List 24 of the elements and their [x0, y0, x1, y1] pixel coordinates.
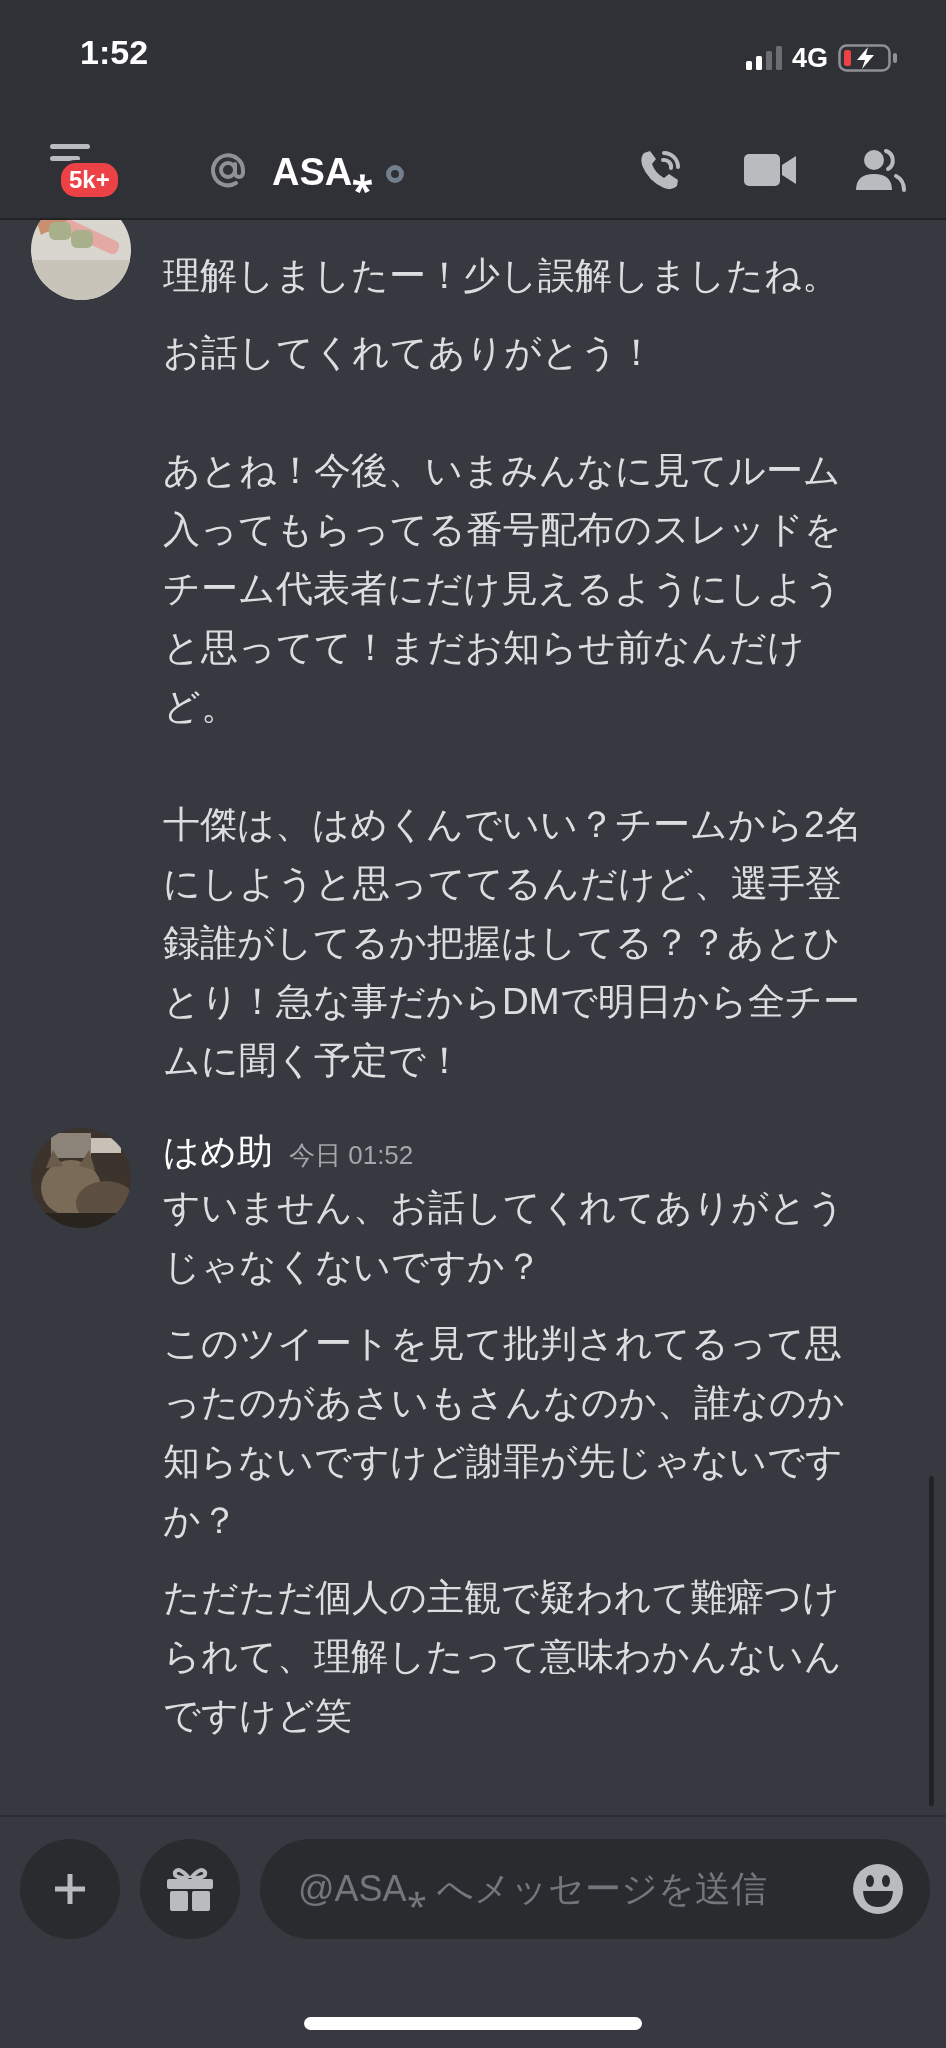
network-label: 4G — [791, 42, 828, 74]
unread-badge: 5k+ — [58, 160, 121, 200]
at-icon — [208, 150, 248, 190]
emoji-icon[interactable] — [852, 1863, 904, 1915]
battery-icon — [838, 44, 898, 72]
message-text: このツイートを見て批判されてるって思ったのがあさいもさんなのか、誰なのか知らないですけど謝罪が先じゃないですか？ — [163, 1322, 846, 1543]
channel-title: ASA⁎ — [272, 150, 374, 195]
message-text: ただただ個人の主観で疑われて難癖つけられて、理解したって意味わかんないんですけど笑 — [163, 1576, 843, 1738]
message-input[interactable]: @ASA⁎ へメッセージを送信 — [296, 1867, 852, 1911]
plus-icon — [52, 1871, 88, 1907]
timestamp: 今日 01:52 — [289, 1139, 414, 1172]
message-text: お話してくれてありがとう！ — [163, 331, 656, 375]
message-text: 十傑は、はめくんでいい？チームから2名にしようと思っててるんだけど、選手登録誰がしてるか把握はしてる？？あとひとり！急な事だからDMで明日から全チームに聞く予定で！ — [163, 803, 863, 1083]
signal-icon — [745, 46, 782, 70]
message-text: すいません、お話してくれてありがとうじゃなくないですか？ — [163, 1186, 846, 1289]
message-text: 理解しましたー！少し誤解しましたね。 — [163, 254, 840, 298]
status-time: 1:52 — [80, 32, 149, 73]
scrollbar[interactable] — [929, 1476, 934, 1806]
message-text: あとね！今後、いまみんなに見てルーム入ってもらってる番号配布のスレッドをチーム代表者にだけ見えるようにしようと思ってて！まだお知らせ前なんだけど。 — [163, 449, 843, 729]
status-icon — [385, 164, 406, 184]
author-name: はめ助 — [163, 1130, 273, 1174]
members-icon[interactable] — [854, 148, 906, 192]
message-field[interactable]: @ASA⁎ へメッセージを送信 — [260, 1839, 930, 1939]
video-icon[interactable] — [744, 152, 796, 188]
